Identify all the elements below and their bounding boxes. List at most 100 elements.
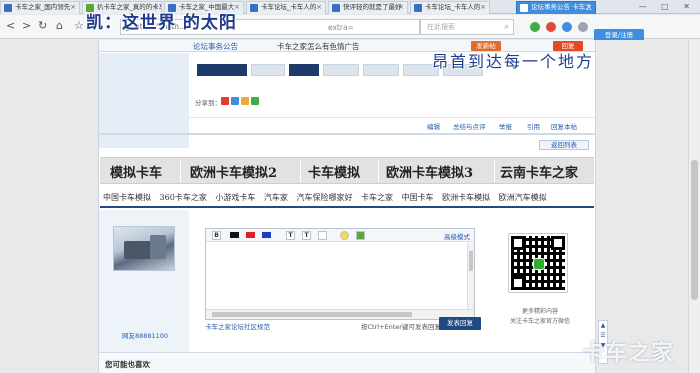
tab-label: 快评轻的就是了最好 <box>343 3 402 11</box>
browser-tab[interactable]: 快评轻的就是了最好 × <box>328 1 408 14</box>
font-style-button[interactable]: T <box>302 231 311 240</box>
advanced-mode-link[interactable]: 高级模式 <box>444 231 470 241</box>
reply-author-column: 网友88881100 <box>99 210 189 370</box>
extension-icon[interactable] <box>562 22 572 32</box>
friend-link[interactable]: 小游戏卡车 <box>215 193 255 202</box>
edit-link[interactable]: 编辑 <box>427 121 440 131</box>
friend-link[interactable]: 欧洲汽车模拟 <box>499 193 547 202</box>
bold-button[interactable]: B <box>212 231 221 240</box>
friend-link[interactable]: 中国卡车 <box>402 193 434 202</box>
browser-tab-active[interactable]: 论坛事务公告 卡车之 × <box>516 1 596 14</box>
friend-link[interactable]: 汽车保险哪家好 <box>296 193 352 202</box>
banner-link[interactable]: 云南卡车之家 <box>500 162 578 181</box>
banner-link[interactable]: 欧洲卡车模拟2 <box>190 162 277 181</box>
summary-link[interactable]: 总结与点评 <box>453 121 486 131</box>
ad-image[interactable] <box>363 64 399 76</box>
image-icon[interactable] <box>356 231 365 240</box>
thread-title: 卡车之家怎么有色情广告 <box>277 42 360 51</box>
smiley-icon[interactable] <box>340 231 349 240</box>
shortcut-hint: 按Ctrl+Enter键可发表回复 <box>361 323 441 331</box>
friend-link[interactable]: 卡车之家 <box>361 193 393 202</box>
friend-link[interactable]: 欧洲卡车模拟 <box>442 193 490 202</box>
ad-image[interactable] <box>197 64 247 76</box>
qzone-icon[interactable] <box>231 97 239 105</box>
wechat-qr-code <box>508 233 568 293</box>
wechat-icon[interactable] <box>251 97 259 105</box>
window-controls[interactable]: — □ ✕ <box>639 2 696 11</box>
reply-textarea[interactable] <box>206 243 474 309</box>
share-label: 分享到： <box>195 99 221 107</box>
qr-finder <box>551 236 565 250</box>
editor-scrollbar[interactable] <box>467 243 474 309</box>
forum-category-link[interactable]: 论坛事务公告 <box>193 41 238 52</box>
search-placeholder: 在此搜索 <box>427 23 455 31</box>
username-link[interactable]: 网友88881100 <box>113 330 177 340</box>
recommend-section: 您可能也喜欢 <box>99 352 595 373</box>
forward-arrow-icon[interactable]: > <box>22 20 31 32</box>
wechat-logo-icon <box>533 258 545 270</box>
browser-tab[interactable]: 卡车之家_国内领先 × <box>0 1 80 14</box>
post-action-bar: 编辑 总结与点评 举报 引用 回复本帖 <box>189 117 595 131</box>
quote-link[interactable]: 引用 <box>527 121 540 131</box>
page-favicon-icon <box>414 4 422 12</box>
close-tab-icon[interactable]: × <box>398 2 404 13</box>
friend-links-row: 中国卡车模拟 360卡车之家 小游戏卡车 汽车家 汽车保险哪家好 卡车之家 中国… <box>103 192 593 204</box>
watermark-caption-right: 昂首到达每一个地方 <box>432 52 595 71</box>
scroll-thumb[interactable] <box>691 160 698 300</box>
friend-link[interactable]: 360卡车之家 <box>160 193 207 202</box>
editor-hscrollbar[interactable] <box>206 309 474 319</box>
close-tab-icon[interactable]: × <box>480 2 486 13</box>
close-tab-icon[interactable]: × <box>316 2 322 13</box>
editor-toolbar: B T T 高级模式 <box>206 229 474 242</box>
keyword-banner: 模拟卡车 欧洲卡车模拟2 卡车模拟 欧洲卡车模拟3 云南卡车之家 <box>100 157 594 184</box>
scroll-thumb[interactable] <box>469 251 473 271</box>
banner-link[interactable]: 模拟卡车 <box>110 162 162 181</box>
qr-finder <box>511 276 525 290</box>
star-icon[interactable]: ☆ <box>74 20 84 32</box>
more-format-button[interactable] <box>318 231 327 240</box>
font-color-blue[interactable] <box>262 232 271 238</box>
reply-editor: B T T 高级模式 <box>205 228 475 320</box>
search-icon[interactable]: ⌕ <box>505 20 509 34</box>
reply-post-link[interactable]: 回复本帖 <box>551 121 577 131</box>
browser-tab[interactable]: 卡车论坛_卡车人的 × <box>410 1 490 14</box>
font-color-red[interactable] <box>246 232 255 238</box>
font-color-black[interactable] <box>230 232 239 238</box>
extension-icon[interactable] <box>530 22 540 32</box>
divider <box>99 133 595 135</box>
home-icon[interactable]: ⌂ <box>56 20 63 32</box>
search-input[interactable]: 在此搜索 ⌕ <box>420 19 514 35</box>
browser-tab[interactable]: 卡车论坛_卡车人的 × <box>246 1 326 14</box>
ad-image[interactable] <box>289 64 319 76</box>
forum-page: 论坛事务公告 卡车之家怎么有色情广告 发新帖 回复 分享到： 编辑 总结与点评 … <box>98 40 596 373</box>
back-to-list-button[interactable]: 返回列表 <box>539 140 589 150</box>
report-link[interactable]: 举报 <box>499 121 512 131</box>
close-tab-icon[interactable]: × <box>586 2 592 13</box>
qq-icon[interactable] <box>241 97 249 105</box>
ad-image[interactable] <box>323 64 359 76</box>
banner-link[interactable]: 欧洲卡车模拟3 <box>386 162 473 181</box>
submit-reply-button[interactable]: 发表回复 <box>439 317 481 330</box>
font-size-button[interactable]: T <box>286 231 295 240</box>
refresh-icon[interactable]: ↻ <box>38 20 47 32</box>
ad-image[interactable] <box>251 64 285 76</box>
friend-link[interactable]: 汽车家 <box>264 193 288 202</box>
extension-icon[interactable] <box>546 22 556 32</box>
banner-link[interactable]: 卡车模拟 <box>308 162 360 181</box>
tab-label: 卡车之家_国内领先 <box>15 3 71 11</box>
friend-link[interactable]: 中国卡车模拟 <box>103 193 151 202</box>
tab-label: 卡车论坛_卡车人的 <box>261 3 317 11</box>
qr-caption: 更多精彩内容 <box>521 308 558 315</box>
scroll-thumb[interactable] <box>212 312 412 317</box>
avatar[interactable] <box>113 226 175 271</box>
scroll-top-icon[interactable]: ▲ <box>599 321 607 331</box>
weibo-icon[interactable] <box>221 97 229 105</box>
recommend-title: 您可能也喜欢 <box>105 360 150 369</box>
close-tab-icon[interactable]: × <box>70 2 76 13</box>
back-arrow-icon[interactable]: < <box>6 20 15 32</box>
page-favicon-icon <box>332 4 340 12</box>
community-rules-link[interactable]: 卡车之家论坛社区规范 <box>205 321 270 331</box>
page-scrollbar[interactable] <box>688 40 700 373</box>
menu-icon[interactable] <box>578 22 588 32</box>
page-favicon-icon <box>250 4 258 12</box>
